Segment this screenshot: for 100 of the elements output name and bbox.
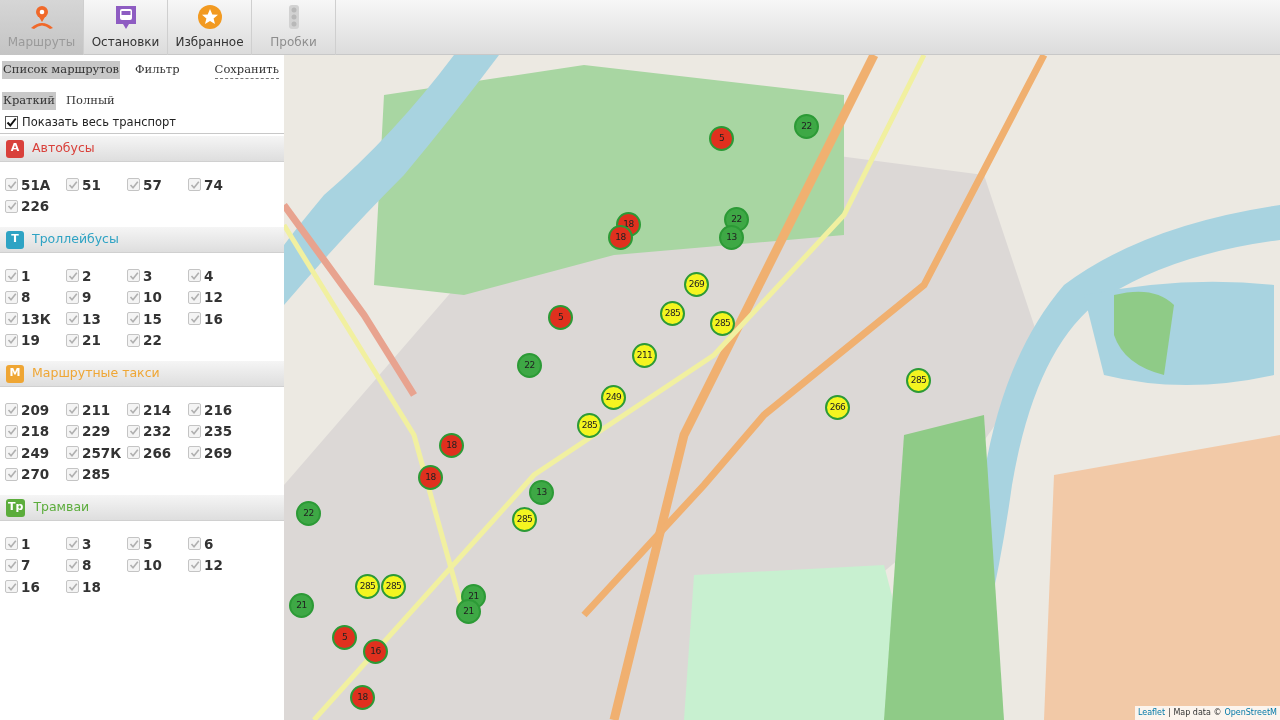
route-number: 1 [21, 534, 31, 554]
route-checkbox[interactable] [5, 558, 18, 572]
route-checkbox[interactable] [5, 333, 18, 347]
route-number: 1 [21, 266, 31, 286]
route-checkbox[interactable] [188, 269, 201, 283]
route-checkbox[interactable] [5, 199, 18, 213]
route-number: 216 [204, 400, 233, 420]
route-number: 19 [21, 331, 40, 351]
route-checkbox[interactable] [5, 403, 18, 417]
category-badge: А [6, 139, 24, 158]
view-mode-tab[interactable]: Краткий [2, 92, 56, 110]
route-number: 57 [143, 175, 162, 195]
route-number: 7 [21, 556, 31, 576]
route-number: 214 [143, 400, 172, 420]
route-number: 3 [82, 534, 92, 554]
category-header[interactable]: А Автобусы [0, 136, 284, 162]
route-checkbox[interactable] [66, 558, 79, 572]
route-number: 8 [82, 556, 92, 576]
route-checkbox[interactable] [127, 333, 140, 347]
route-number: 209 [21, 400, 50, 420]
route-checkbox[interactable] [66, 290, 79, 304]
route-number: 15 [143, 309, 162, 329]
route-checkbox[interactable] [5, 178, 18, 192]
route-checkbox[interactable] [66, 580, 79, 594]
route-checkbox[interactable] [5, 580, 18, 594]
route-number: 269 [204, 443, 233, 463]
route-number: 51А [21, 175, 51, 195]
route-checkbox[interactable] [66, 178, 79, 192]
route-checkbox[interactable] [188, 312, 201, 326]
route-checkbox[interactable] [5, 269, 18, 283]
route-checkbox[interactable] [127, 446, 140, 460]
route-checkbox[interactable] [127, 424, 140, 438]
category-badge: Тр [6, 498, 26, 517]
route-number: 21 [82, 331, 101, 351]
leaflet-link[interactable]: Leaflet [1137, 707, 1166, 719]
route-number: 3 [143, 266, 153, 286]
checkbox[interactable] [5, 116, 18, 129]
route-checkbox[interactable] [127, 178, 140, 192]
save-link[interactable]: Сохранить [214, 60, 279, 80]
route-checkbox[interactable] [66, 467, 79, 481]
route-number: 16 [21, 577, 40, 597]
route-number: 2 [82, 266, 92, 286]
route-checkbox[interactable] [5, 467, 18, 481]
category-badge: Т [6, 230, 24, 249]
route-number: 12 [204, 288, 223, 308]
attribution-text: | Map data © [1168, 707, 1222, 719]
route-number: 285 [82, 465, 111, 485]
route-number: 12 [204, 556, 223, 576]
route-checkbox[interactable] [127, 558, 140, 572]
route-checkbox[interactable] [127, 312, 140, 326]
route-checkbox[interactable] [66, 312, 79, 326]
route-number: 4 [204, 266, 214, 286]
route-checkbox[interactable] [66, 403, 79, 417]
route-checkbox[interactable] [127, 403, 140, 417]
route-checkbox[interactable] [127, 537, 140, 551]
route-number: 232 [143, 422, 172, 442]
category-header[interactable]: Тр Трамваи [0, 495, 284, 521]
route-number: 270 [21, 465, 50, 485]
list-tab[interactable]: Список маршрутов [2, 61, 121, 79]
route-checkbox[interactable] [5, 424, 18, 438]
route-checkbox[interactable] [66, 537, 79, 551]
route-checkbox[interactable] [5, 446, 18, 460]
route-checkbox[interactable] [5, 537, 18, 551]
route-number: 235 [204, 422, 233, 442]
view-mode-tab[interactable]: Полный [65, 92, 116, 110]
list-tab[interactable]: Фильтр [134, 61, 181, 79]
route-checkbox[interactable] [188, 178, 201, 192]
route-number: 16 [204, 309, 223, 329]
category-header[interactable]: Т Троллейбусы [0, 227, 284, 253]
route-checkbox[interactable] [66, 424, 79, 438]
route-number: 5 [143, 534, 153, 554]
route-checkbox[interactable] [188, 290, 201, 304]
route-checkbox[interactable] [66, 446, 79, 460]
route-number: 226 [21, 197, 50, 217]
route-checkbox[interactable] [66, 269, 79, 283]
route-checkbox[interactable] [188, 446, 201, 460]
route-checkbox[interactable] [5, 290, 18, 304]
route-checkbox[interactable] [188, 424, 201, 438]
openstreetmap-link[interactable]: OpenStreetM [1224, 707, 1277, 719]
route-number: 6 [204, 534, 214, 554]
route-number: 9 [82, 288, 92, 308]
route-number: 211 [82, 400, 111, 420]
route-number: 218 [21, 422, 50, 442]
route-number: 229 [82, 422, 111, 442]
route-number: 10 [143, 556, 162, 576]
route-number: 266 [143, 443, 172, 463]
route-checkbox[interactable] [127, 269, 140, 283]
route-checkbox[interactable] [188, 558, 201, 572]
route-checkbox[interactable] [127, 290, 140, 304]
route-number: 51 [82, 175, 101, 195]
route-number: 13К [21, 309, 51, 329]
route-checkbox[interactable] [5, 312, 18, 326]
route-number: 249 [21, 443, 50, 463]
route-checkbox[interactable] [66, 333, 79, 347]
route-checkbox[interactable] [188, 403, 201, 417]
route-number: 257К [82, 443, 122, 463]
category-badge: М [6, 364, 24, 383]
route-checkbox[interactable] [188, 537, 201, 551]
route-number: 22 [143, 331, 162, 351]
route-number: 13 [82, 309, 101, 329]
